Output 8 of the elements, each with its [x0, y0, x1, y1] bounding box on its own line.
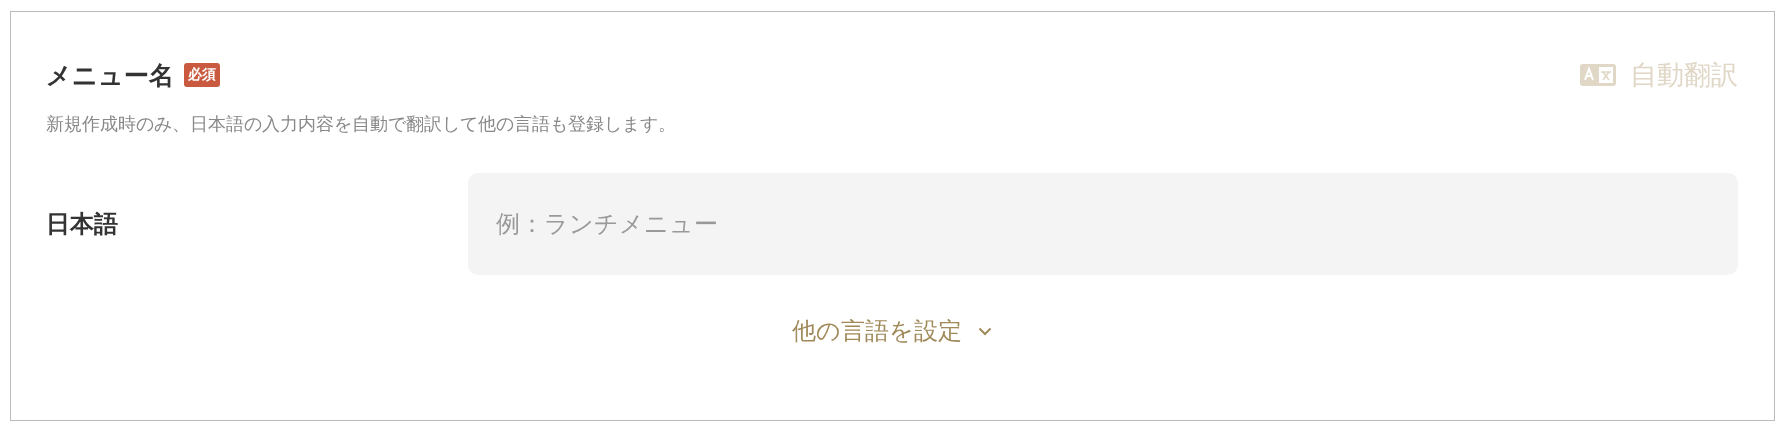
field-label: メニュー名 — [46, 59, 174, 92]
language-label: 日本語 — [46, 209, 119, 240]
other-languages-toggle[interactable]: 他の言語を設定 — [792, 315, 992, 347]
required-badge: 必須 — [184, 63, 220, 87]
chevron-down-icon — [978, 326, 992, 336]
translate-icon — [1580, 64, 1616, 86]
field-description: 新規作成時のみ、日本語の入力内容を自動で翻訳して他の言語も登録します。 — [46, 112, 677, 136]
menu-name-input[interactable]: 例：ランチメニュー — [468, 173, 1738, 275]
